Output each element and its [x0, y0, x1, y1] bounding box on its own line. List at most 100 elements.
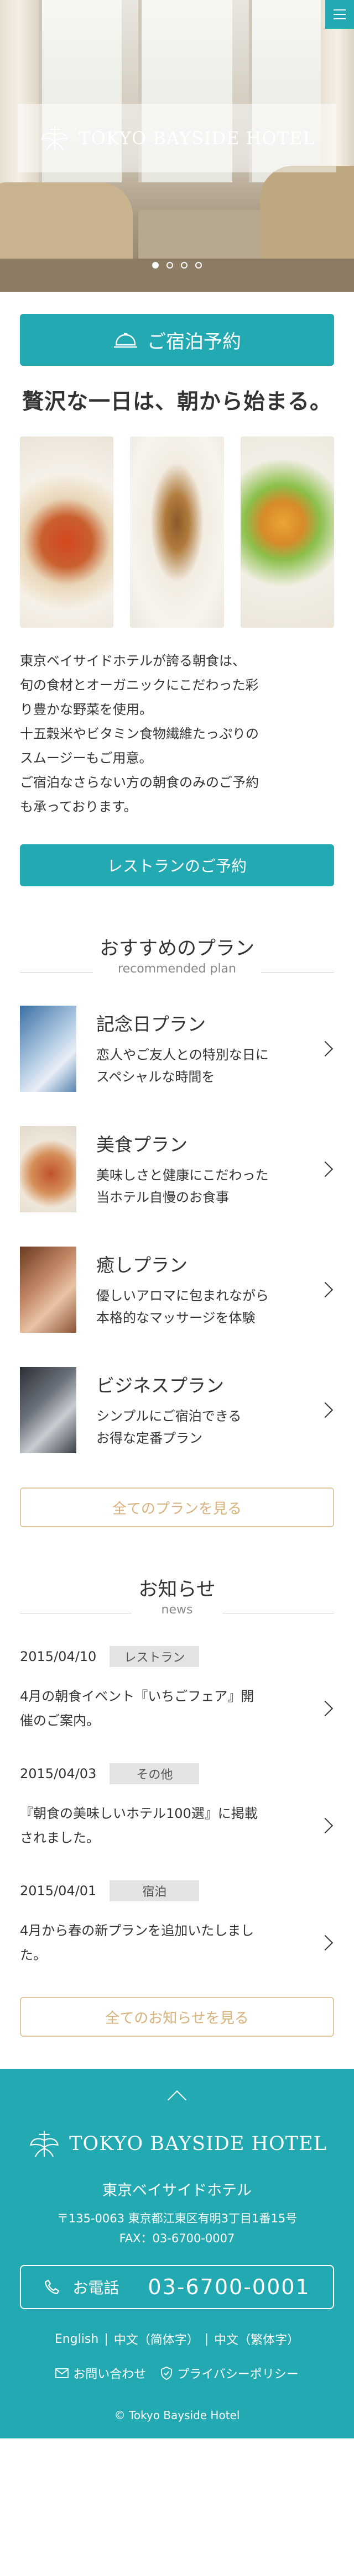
plan-title: ビジネスプラン [96, 1375, 224, 1396]
copyright: © Tokyo Bayside Hotel [114, 2409, 240, 2422]
footer-address-block: 〒135-0063 東京都江東区有明3丁目1番15号 FAX：03-6700-0… [0, 2209, 354, 2248]
phone-call-button[interactable]: お電話 03-6700-0001 [20, 2265, 334, 2309]
plan-title: 記念日プラン [96, 1013, 206, 1035]
hero-slider: TOKYO BAYSIDE HOTEL [0, 0, 354, 292]
breakfast-intro: 東京ベイサイドホテルが誇る朝食は、 旬の食材とオーガニックにこだわった彩 り豊か… [20, 649, 334, 819]
news-text-line: されました。 [20, 1830, 100, 1846]
news-text-line: 催のご案内。 [20, 1713, 100, 1728]
slider-dot[interactable] [152, 262, 159, 269]
hotel-emblem-icon [41, 126, 69, 151]
slider-dot[interactable] [166, 262, 173, 269]
chevron-right-icon [317, 1402, 334, 1418]
plan-item-business[interactable]: ビジネスプラン シンプルにご宿泊できる お得な定番プラン [20, 1367, 334, 1453]
back-to-top-icon[interactable] [168, 2090, 186, 2109]
news-item[interactable]: 2015/04/03 その他 『朝食の美味しいホテル100選』に掲載 されました… [20, 1763, 334, 1850]
hotel-emblem-icon [30, 2131, 59, 2157]
room-reservation-label: ご宿泊予約 [147, 330, 241, 353]
news-date: 2015/04/03 [20, 1766, 97, 1781]
shield-icon [161, 2367, 173, 2380]
contact-link[interactable]: お問い合わせ [55, 2364, 146, 2382]
chevron-right-icon [317, 1161, 334, 1177]
news-item[interactable]: 2015/04/10 レストラン 4月の朝食イベント『いちごフェア』開 催のご案… [20, 1646, 334, 1733]
plan-desc-line: 恋人やご友人との特別な日に [96, 1047, 269, 1063]
plan-thumbnail [20, 1006, 76, 1092]
breakfast-image [130, 437, 224, 628]
restaurant-reservation-label: レストランのご予約 [107, 857, 247, 875]
plan-desc-line: 美味しさと健康にこだわった [96, 1168, 269, 1183]
menu-button[interactable] [325, 0, 354, 29]
privacy-policy-label: プライバシーポリシー [177, 2368, 299, 2382]
plan-item-relaxation[interactable]: 癒しプラン 優しいアロマに包まれながら 本格的なマッサージを体験 [20, 1247, 334, 1333]
news-date: 2015/04/10 [20, 1649, 97, 1664]
bell-service-icon [114, 333, 137, 348]
all-plans-button[interactable]: 全てのプランを見る [20, 1487, 334, 1527]
intro-line: ご宿泊なさらない方の朝食のみのご予約 [20, 775, 259, 790]
all-news-button[interactable]: 全てのお知らせを見る [20, 1997, 334, 2037]
chevron-right-icon [317, 1040, 334, 1057]
footer-logo: TOKYO BAYSIDE HOTEL [0, 2128, 354, 2159]
breakfast-image [240, 437, 334, 628]
plans-heading: おすすめのプラン recommended plan [20, 933, 335, 976]
news-text-line: 『朝食の美味しいホテル100選』に掲載 [20, 1806, 258, 1821]
room-reservation-button[interactable]: ご宿泊予約 [20, 314, 334, 366]
plan-desc-line: シンプルにご宿泊できる [96, 1408, 242, 1424]
slider-dot[interactable] [181, 262, 188, 269]
contact-label: お問い合わせ [73, 2368, 147, 2382]
news-item[interactable]: 2015/04/01 宿泊 4月から春の新プランを追加いたしまし た。 [20, 1880, 334, 1967]
intro-line: も承っております。 [20, 799, 137, 814]
footer-hotel-name: 東京ベイサイドホテル [102, 2182, 252, 2199]
news-text-line: 4月から春の新プランを追加いたしまし [20, 1923, 254, 1938]
phone-icon [45, 2279, 60, 2295]
hero-logo-text: TOKYO BAYSIDE HOTEL [79, 128, 315, 149]
news-text-line: た。 [20, 1947, 46, 1963]
news-text-line: 4月の朝食イベント『いちごフェア』開 [20, 1689, 254, 1704]
tagline: 贅沢な一日は、朝から始まる。 [22, 389, 332, 414]
chevron-right-icon [317, 1700, 334, 1717]
news-heading: お知らせ news [20, 1574, 334, 1617]
phone-label: お電話 [72, 2279, 119, 2297]
chevron-right-icon [317, 1817, 334, 1834]
slider-dot[interactable] [195, 262, 202, 269]
intro-line: 十五穀米やビタミン食物繊維たっぷりの [20, 726, 259, 742]
plan-thumbnail [20, 1126, 76, 1212]
news-category-badge: レストラン [110, 1646, 200, 1667]
footer-logo-text: TOKYO BAYSIDE HOTEL [69, 2133, 327, 2155]
plan-desc-line: 優しいアロマに包まれながら [96, 1288, 269, 1303]
mail-icon [55, 2368, 69, 2378]
breakfast-image [20, 437, 114, 628]
language-switcher: English | 中文（简体字） | 中文（繁体字） [0, 2330, 354, 2348]
language-link-simplified-chinese[interactable]: 中文（简体字） [114, 2330, 199, 2348]
intro-line: り豊かな野菜を使用。 [20, 702, 153, 717]
news-subtitle: news [161, 1603, 193, 1617]
plan-title: 癒しプラン [96, 1254, 188, 1276]
separator: | [204, 2332, 209, 2346]
language-link-english[interactable]: English [55, 2332, 98, 2346]
restaurant-reservation-button[interactable]: レストランのご予約 [20, 844, 334, 886]
footer-links: お問い合わせ プライバシーポリシー [0, 2364, 354, 2382]
plan-thumbnail [20, 1367, 76, 1453]
news-date: 2015/04/01 [20, 1883, 97, 1899]
chevron-right-icon [317, 1281, 334, 1298]
plans-title: おすすめのプラン [100, 938, 255, 960]
all-plans-label: 全てのプランを見る [112, 1500, 242, 1517]
breakfast-gallery [20, 437, 334, 628]
plan-item-gourmet[interactable]: 美食プラン 美味しさと健康にこだわった 当ホテル自慢のお食事 [20, 1126, 334, 1212]
hero-logo: TOKYO BAYSIDE HOTEL [18, 104, 336, 172]
chevron-right-icon [317, 1934, 334, 1951]
intro-line: 旬の食材とオーガニックにこだわった彩 [20, 677, 259, 693]
hamburger-line [334, 18, 346, 19]
footer-address: 〒135-0063 東京都江東区有明3丁目1番15号 [56, 2212, 298, 2225]
slider-dots [0, 262, 354, 269]
privacy-policy-link[interactable]: プライバシーポリシー [160, 2364, 299, 2382]
plan-desc-line: 当ホテル自慢のお食事 [96, 1190, 229, 1205]
language-link-traditional-chinese[interactable]: 中文（繁体字） [214, 2330, 299, 2348]
news-category-badge: 宿泊 [110, 1880, 200, 1901]
hamburger-line [334, 14, 346, 15]
plan-item-anniversary[interactable]: 記念日プラン 恋人やご友人との特別な日に スペシャルな時間を [20, 1006, 334, 1092]
intro-line: スムージーもご用意。 [20, 750, 153, 766]
news-category-badge: その他 [110, 1763, 200, 1784]
plan-desc-line: お得な定番プラン [96, 1431, 202, 1446]
footer: TOKYO BAYSIDE HOTEL 東京ベイサイドホテル 〒135-0063… [0, 2069, 354, 2438]
separator: | [104, 2332, 108, 2346]
news-list: 2015/04/10 レストラン 4月の朝食イベント『いちごフェア』開 催のご案… [20, 1646, 334, 1967]
